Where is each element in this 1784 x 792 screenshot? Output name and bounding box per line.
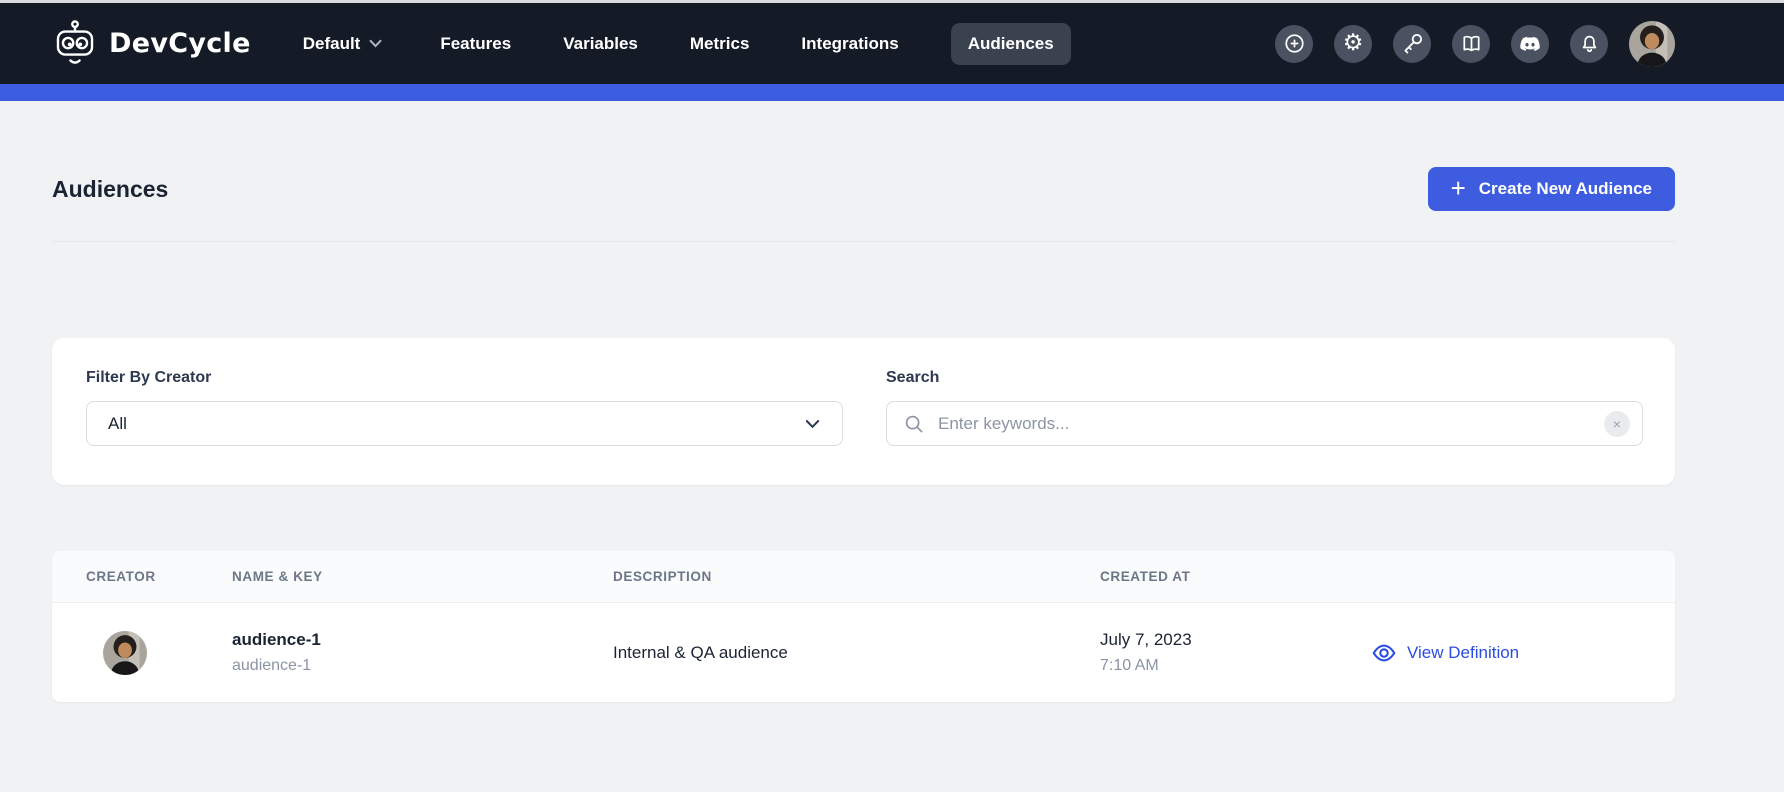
create-new-audience-button[interactable]: + Create New Audience [1428, 167, 1675, 211]
audience-name: audience-1 [232, 630, 613, 650]
table-row: audience-1 audience-1 Internal & QA audi… [52, 603, 1675, 702]
nav-item-variables[interactable]: Variables [563, 34, 638, 54]
main-content: Audiences + Create New Audience Filter B… [0, 167, 1784, 702]
create-button-label: Create New Audience [1479, 179, 1652, 199]
created-time: 7:10 AM [1100, 657, 1371, 675]
column-header-creator: CREATOR [52, 569, 232, 584]
devcycle-robot-icon [52, 19, 98, 68]
nav-item-integrations[interactable]: Integrations [801, 34, 898, 54]
created-at-cell: July 7, 2023 7:10 AM [1100, 630, 1371, 675]
nav-item-audiences[interactable]: Audiences [951, 23, 1071, 65]
api-keys-button[interactable] [1393, 25, 1431, 63]
add-new-button[interactable] [1275, 25, 1313, 63]
search-input[interactable] [938, 414, 1591, 434]
view-definition-label: View Definition [1407, 643, 1519, 663]
creator-cell [52, 631, 232, 675]
search-group: Search × [886, 369, 1643, 485]
add-circle-icon [1283, 32, 1306, 55]
bell-icon [1578, 32, 1601, 55]
settings-button[interactable]: ⚙ [1334, 25, 1372, 63]
notifications-button[interactable] [1570, 25, 1608, 63]
filter-card: Filter By Creator All Search × [52, 338, 1675, 485]
audiences-table: CREATOR NAME & KEY DESCRIPTION CREATED A… [52, 551, 1675, 702]
eye-icon [1371, 640, 1397, 666]
column-header-created-at: CREATED AT [1100, 569, 1371, 584]
description-cell: Internal & QA audience [613, 643, 1100, 663]
project-selector-label: Default [303, 34, 361, 54]
key-icon [1401, 32, 1424, 55]
page-header: Audiences + Create New Audience [52, 167, 1675, 211]
actions-cell: View Definition [1371, 640, 1675, 666]
search-label: Search [886, 369, 1643, 387]
plus-icon: + [1451, 175, 1466, 201]
creator-avatar [103, 631, 147, 675]
top-navbar: DevCycle Default Features Variables Metr… [0, 3, 1784, 84]
brand-wordmark: DevCycle [109, 28, 251, 59]
creator-filter-value: All [108, 414, 127, 434]
close-icon: × [1613, 417, 1621, 431]
page-title: Audiences [52, 176, 168, 203]
primary-nav: Features Variables Metrics Integrations … [440, 23, 1070, 65]
name-key-cell: audience-1 audience-1 [232, 630, 613, 675]
chevron-down-icon [369, 39, 382, 48]
header-divider [52, 241, 1675, 242]
column-header-description: DESCRIPTION [613, 569, 1100, 584]
table-header-row: CREATOR NAME & KEY DESCRIPTION CREATED A… [52, 551, 1675, 603]
navbar-actions: ⚙ [1275, 21, 1675, 67]
search-box: × [886, 401, 1643, 446]
search-icon [903, 413, 925, 435]
avatar-photo [1629, 21, 1675, 67]
creator-filter-label: Filter By Creator [86, 369, 843, 387]
creator-filter-group: Filter By Creator All [86, 369, 843, 485]
created-date: July 7, 2023 [1100, 630, 1371, 650]
discord-button[interactable] [1511, 25, 1549, 63]
project-selector-dropdown[interactable]: Default [303, 34, 383, 54]
creator-filter-select[interactable]: All [86, 401, 843, 446]
user-avatar[interactable] [1629, 21, 1675, 67]
docs-button[interactable] [1452, 25, 1490, 63]
devcycle-brand[interactable]: DevCycle [52, 19, 251, 68]
gear-icon: ⚙ [1343, 32, 1364, 55]
accent-bar [0, 84, 1784, 101]
avatar-photo [103, 631, 147, 675]
view-definition-link[interactable]: View Definition [1371, 640, 1519, 666]
clear-search-button[interactable]: × [1604, 411, 1630, 437]
chevron-down-icon [805, 419, 820, 429]
nav-item-metrics[interactable]: Metrics [690, 34, 750, 54]
column-header-name-key: NAME & KEY [232, 569, 613, 584]
book-icon [1460, 32, 1483, 55]
nav-item-features[interactable]: Features [440, 34, 511, 54]
discord-icon [1519, 33, 1541, 55]
audience-key: audience-1 [232, 657, 613, 675]
